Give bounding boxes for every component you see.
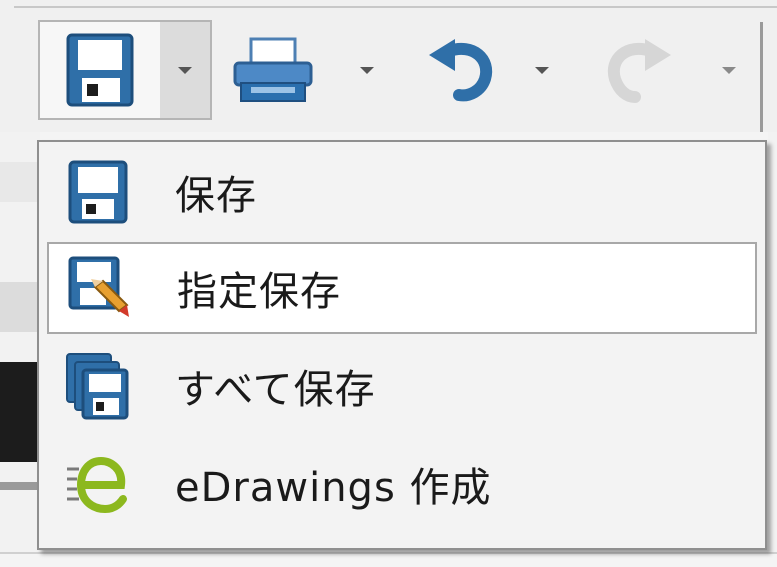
menu-item-label: 保存 [175,173,257,219]
background-strip [0,282,38,332]
redo-button[interactable] [595,20,685,120]
divider [0,552,777,554]
chevron-down-icon [178,66,192,74]
save-button[interactable] [38,20,162,120]
menu-item-label: すべて保存 [175,367,376,413]
menu-item-save-all[interactable]: すべて保存 [47,338,757,434]
app-window: 保存 指定保存 すべて保存 eDrawings 作成 [0,0,777,567]
save-dropdown-arrow[interactable] [160,20,212,120]
menu-item-edrawings[interactable]: eDrawings 作成 [47,436,757,532]
chevron-down-icon [360,66,374,74]
undo-icon [429,39,493,102]
toolbar [0,0,777,132]
redo-dropdown-arrow[interactable] [712,20,746,120]
menu-item-save[interactable]: 保存 [47,144,757,240]
edrawings-icon [65,451,131,517]
toolbar-separator [760,22,763,132]
menu-item-save-as[interactable]: 指定保存 [47,242,757,334]
menu-item-label: eDrawings 作成 [175,465,492,511]
background-strip [0,362,38,462]
toolbar-divider [14,6,777,8]
background-panel [0,132,40,552]
redo-icon [607,39,671,103]
background-strip [0,482,38,490]
chevron-down-icon [722,66,736,74]
print-button[interactable] [228,20,318,120]
printer-icon [233,37,313,102]
undo-dropdown-arrow[interactable] [525,20,559,120]
background-panel [768,132,777,552]
background-strip [0,162,38,202]
save-all-icon [65,353,131,420]
menu-item-label: 指定保存 [177,269,341,315]
chevron-down-icon [535,66,549,74]
save-dropdown-menu: 保存 指定保存 すべて保存 eDrawings 作成 [37,140,767,550]
floppy-disk-icon [66,33,134,107]
save-as-icon [67,255,133,321]
undo-button[interactable] [420,20,500,120]
print-dropdown-arrow[interactable] [350,20,384,120]
save-icon [65,159,131,225]
